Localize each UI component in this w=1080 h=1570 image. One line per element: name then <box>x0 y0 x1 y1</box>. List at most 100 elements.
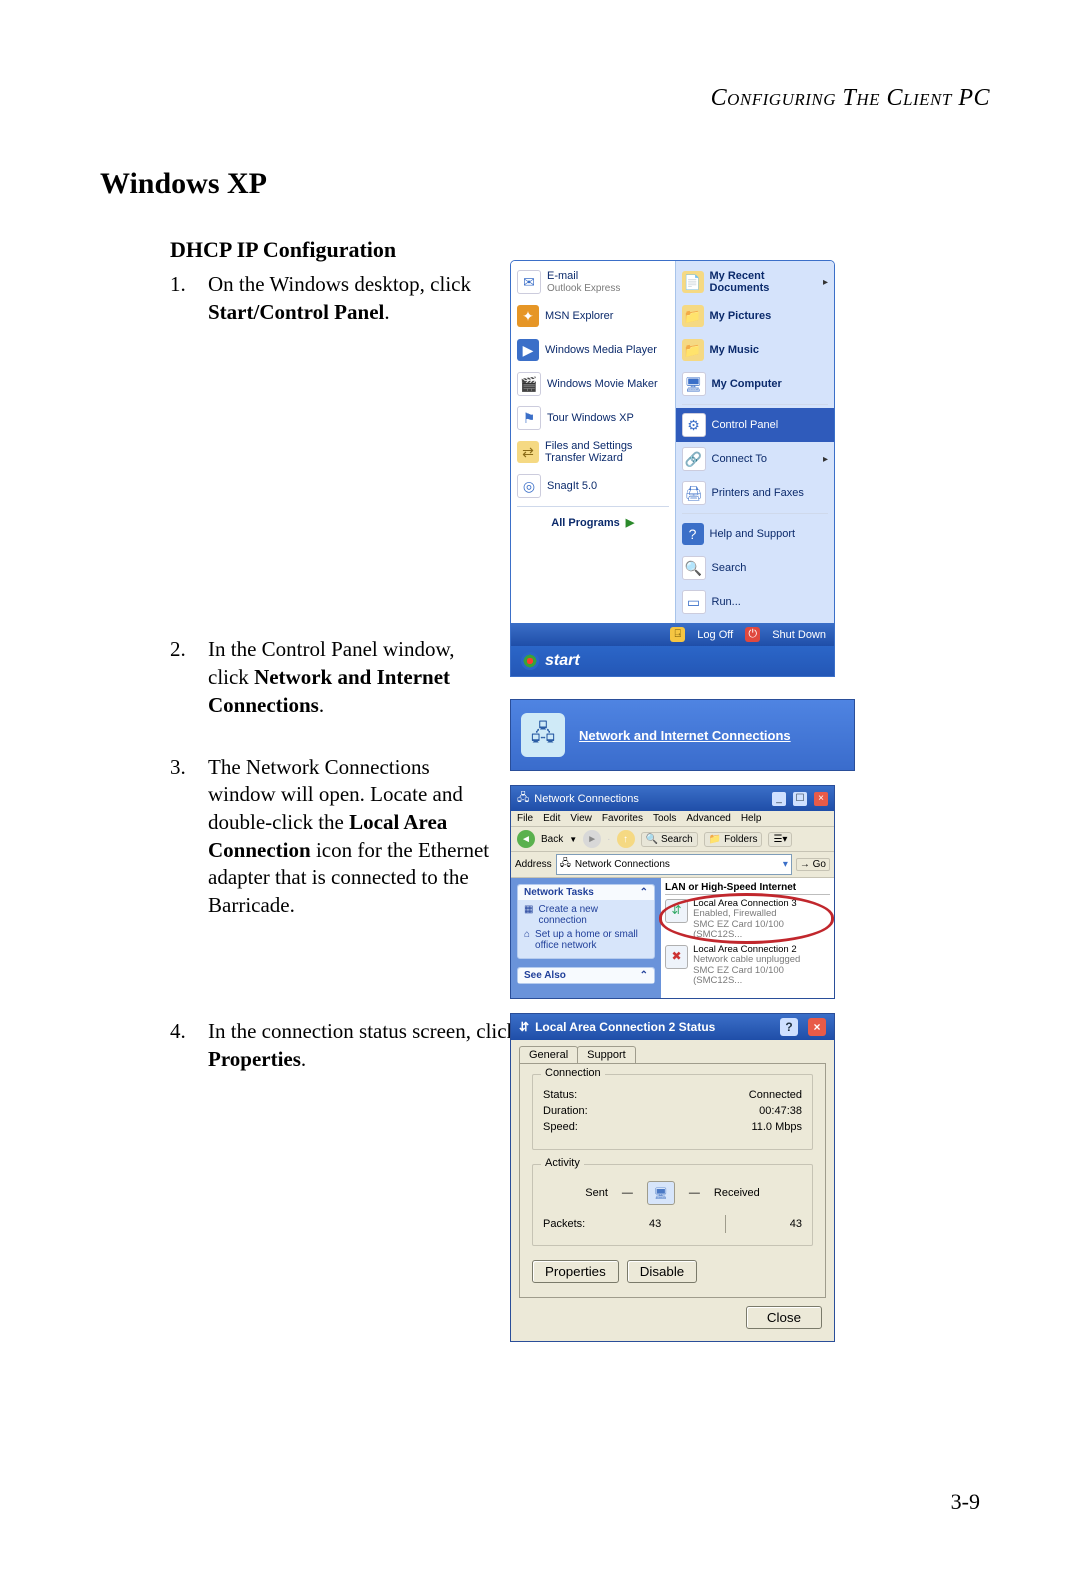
label: Connect To <box>712 453 767 465</box>
start-item-pictures[interactable]: 📁 My Pictures <box>676 299 835 333</box>
logoff-icon: ⍈ <box>670 627 685 642</box>
email-icon: ✉ <box>517 270 541 294</box>
start-item-controlpanel[interactable]: ⚙ Control Panel <box>676 408 835 442</box>
maximize-button[interactable]: ☐ <box>793 792 807 806</box>
go-button[interactable]: → Go <box>796 858 830 871</box>
start-item-email[interactable]: ✉ E-mailOutlook Express <box>511 265 675 299</box>
start-menu-left-column: ✉ E-mailOutlook Express ✦ MSN Explorer ▶… <box>511 261 675 623</box>
chapter-heading: Windows XP <box>100 167 990 201</box>
menu-tools[interactable]: Tools <box>653 813 676 824</box>
label: My Computer <box>712 378 782 390</box>
label: My Recent Documents <box>710 270 817 294</box>
search-button[interactable]: 🔍Search <box>641 832 698 847</box>
start-item-tour[interactable]: ⚑ Tour Windows XP <box>511 401 675 435</box>
start-item-run[interactable]: ▭ Run... <box>676 585 835 619</box>
menu-favorites[interactable]: Favorites <box>602 813 643 824</box>
step-number: 3. <box>170 754 208 782</box>
group-label: Activity <box>541 1157 584 1169</box>
label: All Programs <box>551 517 619 529</box>
page-number: 3-9 <box>951 1489 980 1515</box>
msn-icon: ✦ <box>517 305 539 327</box>
help-button[interactable]: ? <box>780 1018 798 1036</box>
play-icon: ▶ <box>517 339 539 361</box>
local-area-connection-2[interactable]: ✖ Local Area Connection 2Network cable u… <box>665 945 830 987</box>
start-item-music[interactable]: 📁 My Music <box>676 333 835 367</box>
collapse-icon[interactable]: ⌃ <box>640 887 648 898</box>
label: My Pictures <box>710 310 772 322</box>
menu-edit[interactable]: Edit <box>543 813 560 824</box>
speed-value: 11.0 Mbps <box>751 1121 802 1133</box>
start-item-snagit[interactable]: ◎ SnagIt 5.0 <box>511 469 675 503</box>
close-button[interactable]: × <box>814 792 828 806</box>
views-button[interactable]: ☰▾ <box>768 832 792 847</box>
start-menu: ✉ E-mailOutlook Express ✦ MSN Explorer ▶… <box>510 260 835 677</box>
step-text: On the Windows desktop, click <box>208 272 471 296</box>
home-icon: ⌂ <box>524 929 530 940</box>
menu-help[interactable]: Help <box>741 813 762 824</box>
tab-general[interactable]: General <box>519 1046 578 1063</box>
netconn-icon: 🖧 <box>560 856 571 873</box>
address-field[interactable]: 🖧 Network Connections ▾ <box>556 854 792 875</box>
minimize-button[interactable]: _ <box>772 792 786 806</box>
network-category-icon: 🖧 <box>521 713 565 757</box>
snagit-icon: ◎ <box>517 474 541 498</box>
up-button[interactable]: ↑ <box>617 830 635 848</box>
disable-button[interactable]: Disable <box>627 1260 697 1283</box>
logoff-button[interactable]: Log Off <box>697 629 733 641</box>
label: Tour Windows XP <box>547 412 634 424</box>
menu-file[interactable]: File <box>517 813 533 824</box>
netconn-icon: 🖧 <box>517 789 529 808</box>
tab-support[interactable]: Support <box>577 1046 636 1063</box>
close-dialog-button[interactable]: Close <box>746 1306 822 1329</box>
task-home-network[interactable]: ⌂Set up a home or small office network <box>524 929 648 951</box>
network-category-link[interactable]: Network and Internet Connections <box>579 728 791 743</box>
duration-value: 00:47:38 <box>759 1105 802 1117</box>
start-item-msn[interactable]: ✦ MSN Explorer <box>511 299 675 333</box>
start-item-printers[interactable]: 🖨 Printers and Faxes <box>676 476 835 510</box>
forward-button[interactable]: ► <box>583 830 601 848</box>
task-create-conn[interactable]: ▦Create a new connection <box>524 904 648 926</box>
collapse-icon[interactable]: ⌃ <box>640 970 648 981</box>
packets-label: Packets: <box>543 1218 585 1230</box>
step-post: . <box>384 300 389 324</box>
computer-icon: 🖥 <box>682 372 706 396</box>
start-item-mycomputer[interactable]: 🖥 My Computer <box>676 367 835 401</box>
speed-label: Speed: <box>543 1121 578 1133</box>
menu-advanced[interactable]: Advanced <box>686 813 730 824</box>
window-title: Network Connections <box>534 793 639 805</box>
dropdown-icon[interactable]: ▾ <box>783 859 788 870</box>
status-value: Connected <box>749 1089 802 1101</box>
close-button[interactable]: × <box>808 1018 826 1036</box>
sublabel: Outlook Express <box>547 283 620 294</box>
step-post: . <box>319 693 324 717</box>
activity-icon: 🖥 <box>647 1181 675 1205</box>
start-button[interactable]: start <box>511 646 834 676</box>
back-button[interactable]: ◄ <box>517 830 535 848</box>
start-item-wmp[interactable]: ▶ Windows Media Player <box>511 333 675 367</box>
dialog-title: Local Area Connection 2 Status <box>535 1020 715 1034</box>
address-value: Network Connections <box>575 859 670 870</box>
start-item-moviemaker[interactable]: 🎬 Windows Movie Maker <box>511 367 675 401</box>
all-programs-button[interactable]: All Programs ▶ <box>511 510 675 533</box>
local-area-connection-3[interactable]: ⇵ Local Area Connection 3Enabled, Firewa… <box>665 899 830 941</box>
label: Windows Movie Maker <box>547 378 658 390</box>
lan-unplugged-icon: ✖ <box>665 945 688 969</box>
start-item-search[interactable]: 🔍 Search <box>676 551 835 585</box>
folders-button[interactable]: 📁Folders <box>704 832 763 847</box>
conn-nic: SMC EZ Card 10/100 (SMC12S... <box>693 966 830 987</box>
chevron-right-icon: ▸ <box>823 277 828 288</box>
properties-button[interactable]: Properties <box>532 1260 619 1283</box>
start-item-fst[interactable]: ⇄ Files and Settings Transfer Wizard <box>511 435 675 469</box>
start-item-recent[interactable]: 📄 My Recent Documents ▸ <box>676 265 835 299</box>
label: Help and Support <box>710 528 796 540</box>
shutdown-button[interactable]: Shut Down <box>772 629 826 641</box>
start-item-help[interactable]: ? Help and Support <box>676 517 835 551</box>
connection-group-header: LAN or High-Speed Internet <box>665 882 830 895</box>
group-label: Connection <box>541 1067 605 1079</box>
search-icon: 🔍 <box>682 556 706 580</box>
start-item-connectto[interactable]: 🔗 Connect To ▸ <box>676 442 835 476</box>
menu-view[interactable]: View <box>570 813 592 824</box>
arrow-icon: ▶ <box>626 516 634 529</box>
label: start <box>545 652 580 670</box>
lan-icon: ⇵ <box>665 899 688 923</box>
